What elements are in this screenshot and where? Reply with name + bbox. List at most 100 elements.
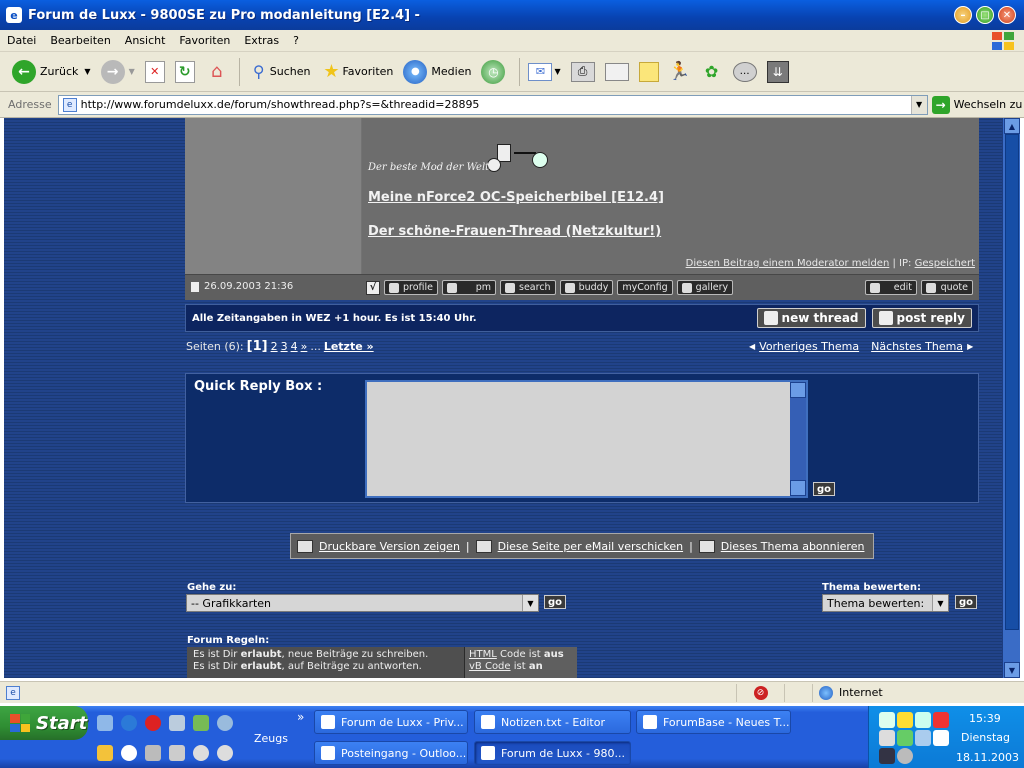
menu-help[interactable]: ?	[286, 34, 306, 47]
home-button[interactable]: ⌂	[201, 56, 233, 88]
stop-button[interactable]: ✕	[141, 56, 169, 88]
quote-button[interactable]: quote	[921, 280, 973, 295]
maximize-button[interactable]: □	[976, 6, 994, 24]
notes-button[interactable]	[635, 56, 663, 88]
pm-button[interactable]: pm	[442, 280, 497, 295]
quicklaunch-drive-icon[interactable]	[145, 745, 161, 761]
scroll-up-icon[interactable]	[790, 382, 806, 398]
task-notizen-editor[interactable]: Notizen.txt - Editor	[474, 710, 631, 734]
quicklaunch-user-icon[interactable]	[193, 745, 209, 761]
myconfig-button[interactable]: myConfig	[617, 280, 673, 295]
rate-dropdown-icon[interactable]: ▼	[932, 595, 948, 611]
search-posts-button[interactable]: search	[500, 280, 556, 295]
quicklaunch-desktop-icon[interactable]	[97, 715, 113, 731]
tray-yahoo-icon[interactable]	[879, 730, 895, 746]
rate-select[interactable]: Thema bewerten: ▼	[822, 594, 949, 612]
minimize-button[interactable]: –	[954, 6, 972, 24]
quick-reply-textarea[interactable]	[365, 380, 808, 498]
menu-extras[interactable]: Extras	[237, 34, 286, 47]
page-scrollbar[interactable]: ▲ ▼	[1002, 118, 1020, 678]
favorites-button[interactable]: ★ Favoriten	[316, 56, 397, 88]
go-button[interactable]: → Wechseln zu	[931, 95, 1022, 114]
next-thread-link[interactable]: Nächstes Thema	[871, 340, 963, 353]
page-last-link[interactable]: Letzte »	[324, 340, 374, 353]
tray-app3-icon[interactable]	[879, 748, 895, 764]
post-reply-button[interactable]: post reply	[871, 308, 972, 328]
refresh-button[interactable]: ↻	[171, 56, 199, 88]
edit-button[interactable]: edit	[865, 280, 917, 295]
discuss-button[interactable]: …	[729, 56, 761, 88]
forward-dropdown-icon[interactable]: ▼	[129, 67, 135, 76]
scroll-down-icon[interactable]	[790, 480, 806, 496]
menu-bearbeiten[interactable]: Bearbeiten	[43, 34, 117, 47]
html-code-link[interactable]: HTML	[469, 649, 497, 660]
back-button[interactable]: ← Zurück ▼	[8, 56, 95, 88]
page-link-3[interactable]: 3	[281, 340, 288, 353]
print-button[interactable]: ⎙	[567, 56, 599, 88]
report-link[interactable]: Diesen Beitrag einem Moderator melden	[686, 258, 890, 269]
download-button[interactable]: ⇊	[763, 56, 793, 88]
goto-select[interactable]: -- Grafikkarten ▼	[186, 594, 539, 612]
tray-monitor-icon[interactable]	[897, 712, 913, 728]
quick-reply-go-button[interactable]: go	[813, 482, 836, 496]
check-icon[interactable]: √	[366, 280, 380, 295]
ip-link[interactable]: Gespeichert	[915, 258, 975, 269]
tray-za-icon[interactable]	[933, 712, 949, 728]
scroll-thumb[interactable]	[1005, 134, 1019, 630]
mail-button[interactable]: ✉ ▼	[524, 56, 564, 88]
rate-go-button[interactable]: go	[955, 595, 978, 609]
subscribe-link[interactable]: Dieses Thema abonnieren	[721, 540, 865, 553]
goto-dropdown-icon[interactable]: ▼	[522, 595, 538, 611]
media-button[interactable]: ● Medien	[399, 56, 475, 88]
menu-datei[interactable]: Datei	[0, 34, 43, 47]
task-posteingang-outlook[interactable]: Posteingang - Outloo...	[314, 741, 468, 765]
quicklaunch-user2-icon[interactable]	[217, 745, 233, 761]
task-forum-9800[interactable]: Forum de Luxx - 980...	[474, 741, 631, 765]
quicklaunch-link-icon[interactable]	[217, 715, 233, 731]
prev-thread-link[interactable]: Vorheriges Thema	[759, 340, 859, 353]
tray-app4-icon[interactable]	[897, 748, 913, 764]
goto-go-button[interactable]: go	[544, 595, 567, 609]
messenger-button[interactable]: 🏃	[665, 56, 695, 88]
tray-network-icon[interactable]	[879, 712, 895, 728]
page-link-2[interactable]: 2	[271, 340, 278, 353]
tray-app2-icon[interactable]	[933, 730, 949, 746]
start-button[interactable]: Start	[0, 706, 88, 740]
quicklaunch-tool-icon[interactable]	[193, 715, 209, 731]
quicklaunch-player-icon[interactable]	[121, 745, 137, 761]
quicklaunch-winamp-icon[interactable]	[97, 745, 113, 761]
gallery-button[interactable]: gallery	[676, 280, 734, 295]
task-forumbase[interactable]: ForumBase - Neues T...	[636, 710, 791, 734]
email-page-link[interactable]: Diese Seite per eMail verschicken	[498, 540, 683, 553]
mail-dropdown-icon[interactable]: ▼	[554, 67, 560, 76]
new-thread-button[interactable]: new thread	[756, 308, 866, 328]
history-button[interactable]: ◷	[477, 56, 513, 88]
page-next-link[interactable]: »	[301, 340, 308, 353]
scroll-up-icon[interactable]: ▲	[1004, 118, 1020, 134]
address-dropdown-icon[interactable]: ▼	[910, 95, 927, 114]
edit-button[interactable]	[601, 56, 633, 88]
address-input[interactable]: e http://www.forumdeluxx.de/forum/showth…	[57, 94, 928, 115]
clock-time[interactable]: 15:39	[969, 712, 1001, 725]
profile-button[interactable]: profile	[384, 280, 439, 295]
task-forum-priv[interactable]: Forum de Luxx - Priv...	[314, 710, 468, 734]
page-link-4[interactable]: 4	[291, 340, 298, 353]
quicklaunch-drive2-icon[interactable]	[169, 745, 185, 761]
address-url[interactable]: http://www.forumdeluxx.de/forum/showthre…	[81, 98, 480, 111]
printable-version-link[interactable]: Druckbare Version zeigen	[319, 540, 460, 553]
signature-link-frauen-thread[interactable]: Der schöne-Frauen-Thread (Netzkultur!)	[368, 224, 661, 239]
menu-favoriten[interactable]: Favoriten	[172, 34, 237, 47]
vb-code-link[interactable]: vB Code	[469, 661, 511, 672]
menu-ansicht[interactable]: Ansicht	[118, 34, 173, 47]
scroll-down-icon[interactable]: ▼	[1004, 662, 1020, 678]
forward-button[interactable]: → ▼	[97, 56, 139, 88]
quicklaunch-opera-icon[interactable]	[145, 715, 161, 731]
tray-app-icon[interactable]	[915, 730, 931, 746]
signature-link-speicherbibel[interactable]: Meine nForce2 OC-Speicherbibel [E12.4]	[368, 190, 664, 205]
tray-volume-icon[interactable]	[915, 712, 931, 728]
tray-check-icon[interactable]	[897, 730, 913, 746]
textarea-scrollbar[interactable]	[790, 382, 806, 496]
quicklaunch-app-icon[interactable]	[169, 715, 185, 731]
quicklaunch-chevron[interactable]: »	[297, 710, 304, 724]
back-dropdown-icon[interactable]: ▼	[84, 67, 90, 76]
